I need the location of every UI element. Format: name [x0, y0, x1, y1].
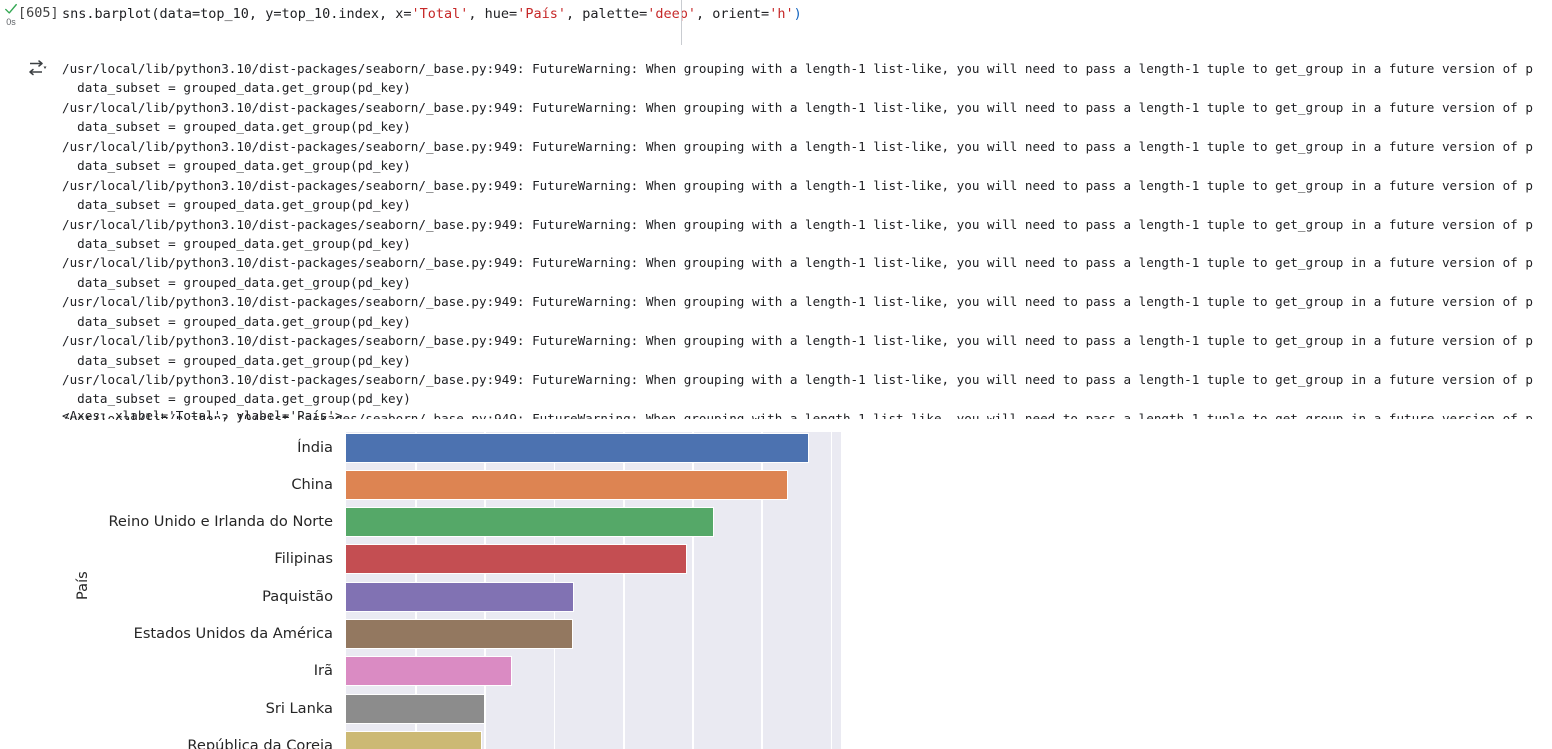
chart-y-tick-label: Reino Unido e Irlanda do Norte [108, 513, 333, 531]
chart-y-tick-label: China [291, 475, 333, 493]
check-icon [5, 3, 17, 14]
code-token-string: 'h' [769, 6, 794, 22]
warning-line: /usr/local/lib/python3.10/dist-packages/… [62, 372, 1533, 387]
warning-detail-line: data_subset = grouped_data.get_group(pd_… [62, 119, 411, 135]
chart-y-tick-label: Paquistão [262, 587, 333, 605]
output-toggle-icon [29, 60, 47, 76]
warning-detail-line: data_subset = grouped_data.get_group(pd_… [62, 197, 411, 213]
chart-gridline [830, 432, 833, 749]
text-cursor [681, 0, 682, 45]
code-token-plain: , hue= [468, 6, 518, 22]
code-token-plain: , orient= [696, 6, 770, 22]
warning-detail-line: data_subset = grouped_data.get_group(pd_… [62, 313, 411, 329]
chart-bar [346, 581, 575, 612]
axes-repr-text: <Axes: xlabel='Total', ylabel='País'> [62, 408, 343, 423]
code-token-string: 'País' [517, 6, 566, 22]
chart-bar [346, 730, 482, 749]
warning-line: /usr/local/lib/python3.10/dist-packages/… [62, 294, 1533, 310]
warning-line: /usr/local/lib/python3.10/dist-packages/… [62, 333, 1533, 349]
warning-detail-line: data_subset = grouped_data.get_group(pd_… [62, 80, 411, 96]
chart-bar [346, 544, 688, 575]
output-toggle-button[interactable] [28, 60, 50, 80]
chart-y-tick-label: República da Coreia [187, 736, 333, 749]
warning-line: /usr/local/lib/python3.10/dist-packages/… [62, 61, 1533, 76]
notebook-page: 0s [605] sns.barplot(data=top_10, y=top_… [0, 0, 1552, 749]
chart-y-tick-label: Índia [297, 438, 333, 456]
chart-plot-area [346, 432, 841, 749]
warning-line: /usr/local/lib/python3.10/dist-packages/… [62, 255, 1533, 271]
warning-line: /usr/local/lib/python3.10/dist-packages/… [62, 99, 1533, 115]
warning-line: /usr/local/lib/python3.10/dist-packages/… [62, 177, 1533, 193]
code-token-paren: ) [793, 6, 802, 22]
code-token-plain: , palette= [565, 6, 648, 22]
chart-bar [346, 656, 513, 687]
chart-y-tick-label: Irã [313, 662, 333, 680]
chart-bar [346, 619, 574, 649]
code-token-plain: sns.barplot(data=top_10, y=top_10.index,… [62, 6, 412, 22]
chart-y-tick-label: Sri Lanka [265, 699, 333, 717]
code-token-string: 'Total' [411, 6, 469, 22]
warning-line: /usr/local/lib/python3.10/dist-packages/… [62, 138, 1533, 154]
chart-y-tick-label: Filipinas [274, 550, 333, 568]
cell-execution-count: [605] [18, 5, 59, 21]
code-token-string: 'deep' [647, 6, 697, 22]
warning-output-text: /usr/local/lib/python3.10/dist-packages/… [62, 59, 1552, 419]
warning-detail-line: data_subset = grouped_data.get_group(pd_… [62, 274, 411, 290]
chart-bar [346, 469, 788, 500]
chart-bar [346, 432, 810, 463]
chart-bar [346, 693, 486, 724]
warning-detail-line: data_subset = grouped_data.get_group(pd_… [62, 235, 411, 251]
chart-bar [346, 507, 714, 538]
chart-y-tick-label: Estados Unidos da América [133, 625, 333, 642]
warning-detail-line: data_subset = grouped_data.get_group(pd_… [62, 352, 411, 368]
chart-y-axis-label: País [74, 571, 91, 600]
code-editor-line[interactable]: sns.barplot(data=top_10, y=top_10.index,… [62, 5, 802, 23]
warning-line: /usr/local/lib/python3.10/dist-packages/… [62, 216, 1533, 232]
warning-detail-line: data_subset = grouped_data.get_group(pd_… [62, 158, 411, 174]
code-cell[interactable]: 0s [605] sns.barplot(data=top_10, y=top_… [0, 0, 1552, 45]
